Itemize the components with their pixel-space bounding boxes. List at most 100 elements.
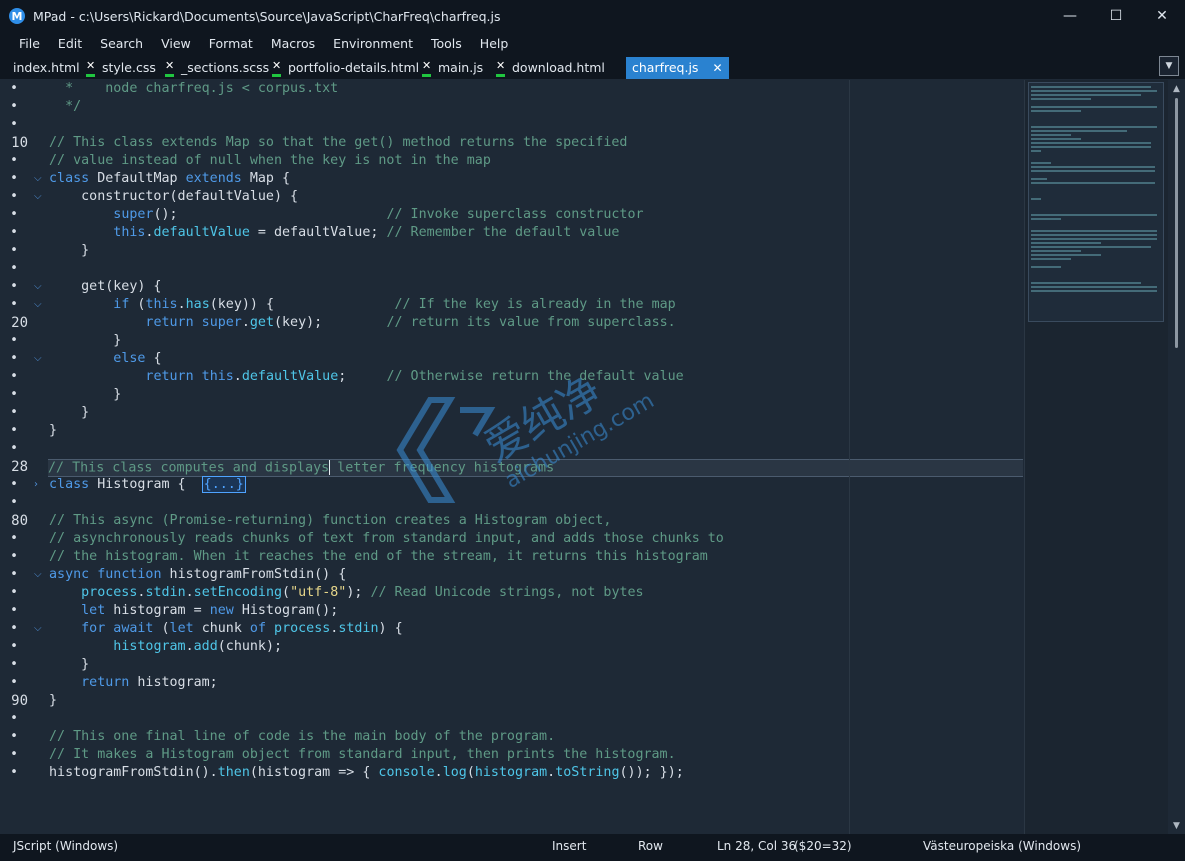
tab-download-html[interactable]: ✕ download.html [496, 57, 605, 79]
minimap-line [1031, 238, 1157, 240]
minimap-line [1031, 110, 1081, 112]
code-line: */ [49, 99, 82, 114]
status-cursor-position[interactable]: Ln 28, Col 36 [717, 834, 796, 861]
tab-close-icon[interactable]: ✕ [86, 57, 96, 79]
tab-index-html[interactable]: index.html [13, 57, 80, 79]
tab-list-dropdown-button[interactable]: ▼ [1159, 56, 1179, 76]
modified-marker [422, 74, 431, 77]
gutter-dot: • [10, 603, 18, 618]
code-line: constructor(defaultValue) { [49, 189, 299, 204]
code-line: super(); // Invoke superclass constructo… [113, 207, 644, 222]
menu-edit[interactable]: Edit [49, 32, 91, 56]
maximize-button[interactable]: ☐ [1093, 0, 1139, 32]
code-line: class Histogram { {...} [49, 476, 246, 493]
fold-expanded-icon[interactable]: ⌵ [34, 620, 44, 638]
code-line: // the histogram. When it reaches the en… [49, 549, 708, 564]
code-line: for await (let chunk of process.stdin) { [81, 621, 403, 636]
tab-close-icon[interactable]: ✕ [496, 57, 506, 79]
close-window-button[interactable]: ✕ [1139, 0, 1185, 32]
code-text-area[interactable]: * node charfreq.js < corpus.txt */ // Th… [48, 80, 1029, 834]
code-line: // asynchronously reads chunks of text f… [49, 531, 724, 546]
tab-main-js[interactable]: ✕ main.js [422, 57, 483, 79]
tab-sections-scss[interactable]: ✕ _sections.scss [165, 57, 269, 79]
tab-label: main.js [438, 60, 484, 75]
status-bar: JScript (Windows) Insert Row Ln 28, Col … [0, 834, 1185, 861]
minimap-line [1031, 258, 1071, 260]
code-line: * node charfreq.js < corpus.txt [49, 81, 339, 96]
line-number: 28 [11, 459, 28, 475]
minimap-line [1031, 234, 1157, 236]
fold-expanded-icon[interactable]: ⌵ [34, 278, 44, 296]
minimap-line [1031, 106, 1157, 108]
code-line: // This one final line of code is the ma… [49, 729, 556, 744]
minimap-line [1031, 142, 1151, 144]
status-language[interactable]: JScript (Windows) [13, 834, 118, 861]
gutter-dot: • [10, 171, 18, 186]
gutter-dot: • [10, 207, 18, 222]
tab-close-icon[interactable]: ✕ [422, 57, 432, 79]
fold-expanded-icon[interactable]: ⌵ [34, 296, 44, 314]
minimap-line [1031, 150, 1041, 152]
fold-expanded-icon[interactable]: ⌵ [34, 188, 44, 206]
code-line: return histogram; [81, 675, 218, 690]
minimize-button[interactable]: — [1047, 0, 1093, 32]
gutter-dot: • [10, 261, 18, 276]
folded-block-marker[interactable]: {...} [201, 476, 246, 493]
minimap-line [1031, 166, 1155, 168]
menu-environment[interactable]: Environment [324, 32, 422, 56]
tab-label: style.css [102, 60, 156, 75]
code-editor[interactable]: • • • 10 • • • • • • • • • 20 • • • • • … [0, 80, 1169, 834]
scrollbar-thumb[interactable] [1175, 98, 1178, 348]
vertical-scrollbar[interactable]: ▲ ▼ [1168, 80, 1185, 834]
line-number: 90 [11, 693, 28, 709]
scroll-down-arrow-icon[interactable]: ▼ [1168, 817, 1185, 834]
fold-collapsed-icon[interactable]: › [34, 476, 44, 494]
tab-close-icon[interactable]: ✕ [712, 57, 722, 79]
column-guide-line [849, 80, 850, 834]
line-number: 20 [11, 315, 28, 331]
status-selection-mode[interactable]: Row [638, 834, 663, 861]
tab-close-icon[interactable]: ✕ [165, 57, 175, 79]
modified-marker [272, 74, 281, 77]
code-line: // It makes a Histogram object from stan… [49, 747, 676, 762]
tab-label: portfolio-details.html [288, 60, 420, 75]
status-insert-mode[interactable]: Insert [552, 834, 586, 861]
fold-expanded-icon[interactable]: ⌵ [34, 566, 44, 584]
text-caret [328, 460, 330, 475]
gutter-dot: • [10, 225, 18, 240]
tab-portfolio-details-html[interactable]: ✕ portfolio-details.html [272, 57, 419, 79]
minimap-line [1031, 86, 1151, 88]
tab-style-css[interactable]: ✕ style.css [86, 57, 156, 79]
gutter-dot: • [10, 297, 18, 312]
menu-format[interactable]: Format [200, 32, 262, 56]
tab-close-icon[interactable]: ✕ [272, 57, 282, 79]
fold-expanded-icon[interactable]: ⌵ [34, 170, 44, 188]
menu-macros[interactable]: Macros [262, 32, 324, 56]
code-line: } [49, 333, 122, 348]
tab-charfreq-js[interactable]: charfreq.js ✕ [626, 57, 729, 79]
menu-help[interactable]: Help [471, 32, 518, 56]
menu-tools[interactable]: Tools [422, 32, 471, 56]
gutter-dot: • [10, 729, 18, 744]
gutter-dot: • [10, 567, 18, 582]
code-line: } [49, 387, 122, 402]
minimap[interactable] [1024, 80, 1169, 834]
gutter-dot: • [10, 387, 18, 402]
scroll-up-arrow-icon[interactable]: ▲ [1168, 80, 1185, 97]
window-title: MPad - c:\Users\Rickard\Documents\Source… [33, 8, 501, 24]
code-line: let histogram = new Histogram(); [81, 603, 339, 618]
modified-marker [496, 74, 505, 77]
code-line: class DefaultMap extends Map { [49, 171, 291, 186]
code-line: } [49, 405, 90, 420]
code-line: else { [113, 351, 162, 366]
gutter-dot: • [10, 189, 18, 204]
code-line: return super.get(key); // return its val… [145, 315, 676, 330]
status-encoding[interactable]: Västeuropeiska (Windows) [923, 834, 1081, 861]
menu-search[interactable]: Search [91, 32, 152, 56]
gutter-dot: • [10, 639, 18, 654]
menu-bar: File Edit Search View Format Macros Envi… [0, 32, 1185, 56]
menu-file[interactable]: File [0, 32, 49, 56]
fold-expanded-icon[interactable]: ⌵ [34, 350, 44, 368]
gutter-dot: • [10, 477, 18, 492]
menu-view[interactable]: View [152, 32, 200, 56]
